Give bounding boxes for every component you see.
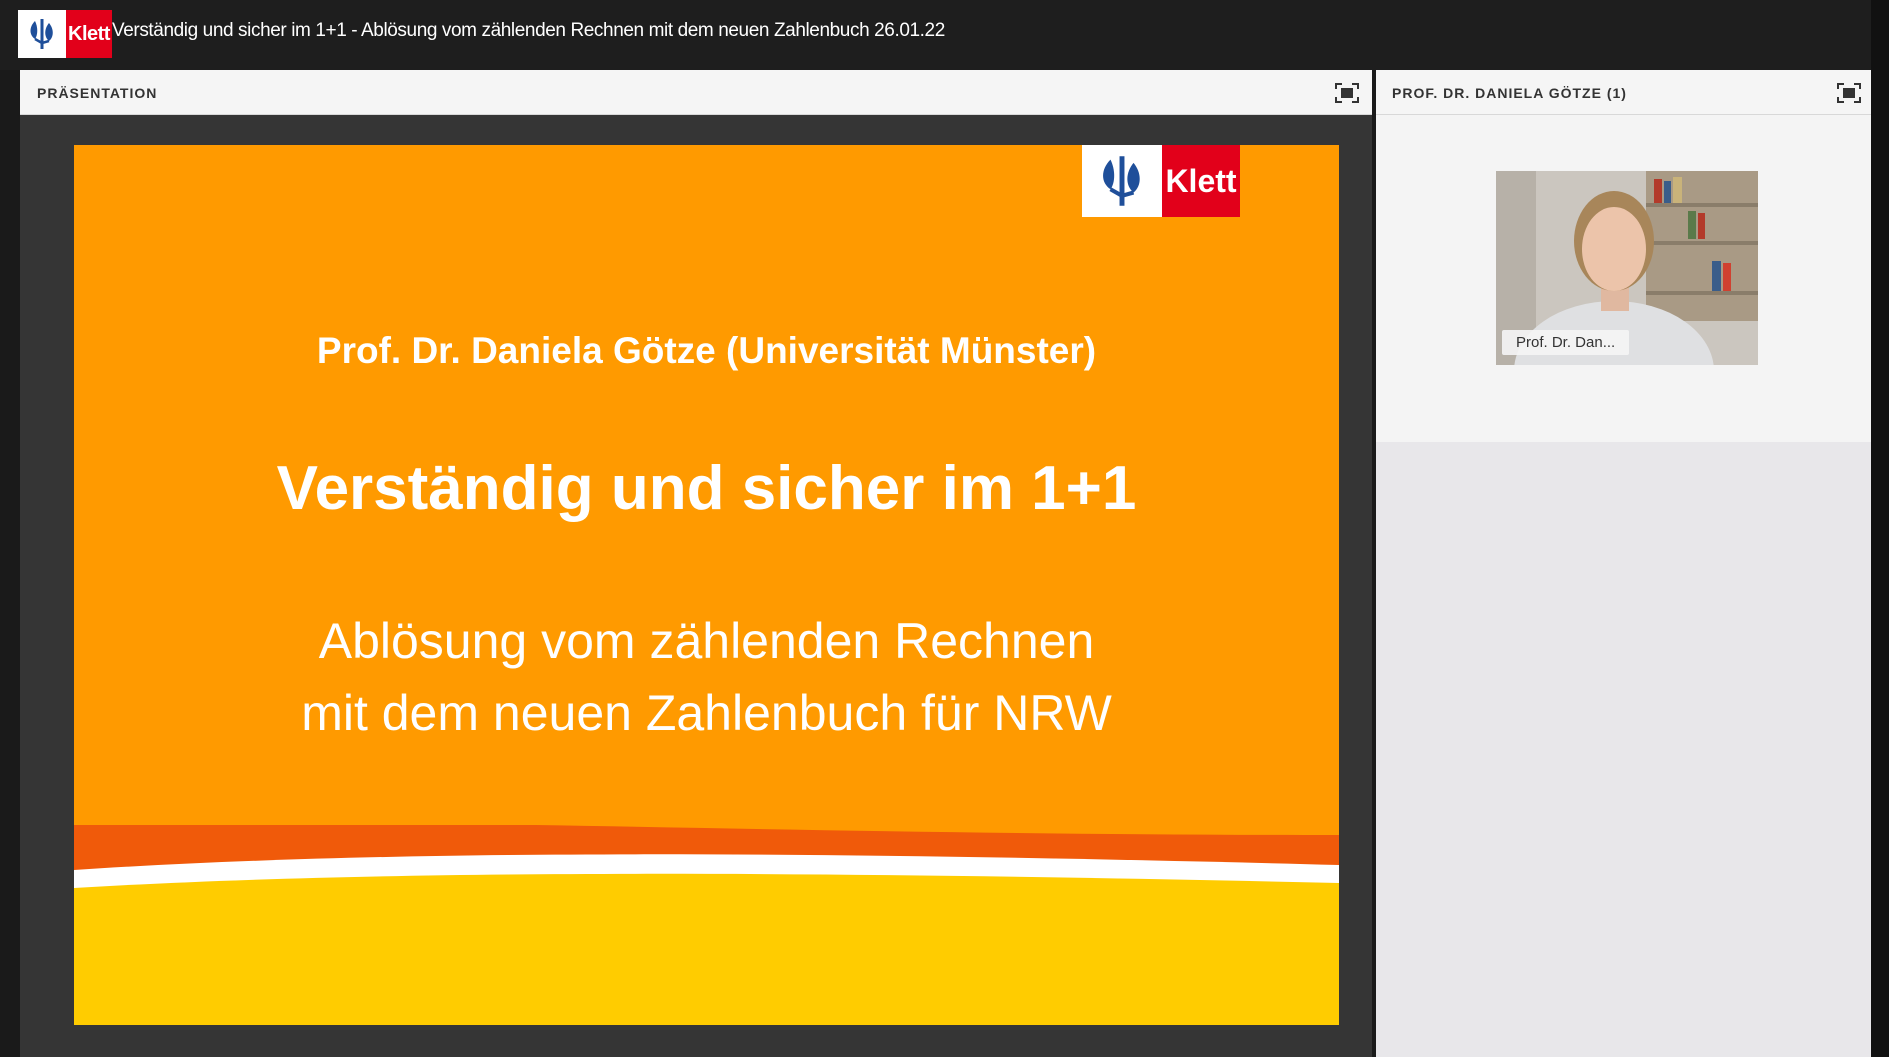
presentation-pod-header: PRÄSENTATION xyxy=(20,70,1372,115)
slide-subtitle-line-1: Ablösung vom zählenden Rechnen xyxy=(318,613,1095,669)
klett-leaf-icon xyxy=(18,10,66,58)
slide-author: Prof. Dr. Daniela Götze (Universität Mün… xyxy=(316,330,1097,371)
slide-logo-wordmark: Klett xyxy=(1162,145,1240,217)
participant-video[interactable]: Prof. Dr. Dan... xyxy=(1496,171,1758,365)
participant-name-tag: Prof. Dr. Dan... xyxy=(1502,330,1630,355)
app-logo: Klett xyxy=(18,10,112,58)
camera-fullscreen-button[interactable] xyxy=(1836,82,1862,104)
slide-wave-decoration xyxy=(74,825,1339,1025)
title-bar: Klett Verständig und sicher im 1+1 - Abl… xyxy=(0,0,1889,70)
presentation-pod-label: PRÄSENTATION xyxy=(37,85,158,101)
slide-subtitle: Ablösung vom zählenden Rechnen mit dem n… xyxy=(74,605,1339,749)
window-title: Verständig und sicher im 1+1 - Ablösung … xyxy=(112,20,945,41)
presentation-fullscreen-button[interactable] xyxy=(1334,82,1360,104)
slide: Klett Prof. Dr. Daniela Götze (Universit… xyxy=(74,145,1339,1025)
presentation-pod: PRÄSENTATION Klett Prof. Dr. Daniela Göt… xyxy=(20,70,1372,1057)
slide-logo: Klett xyxy=(1082,145,1240,217)
camera-pod-header: PROF. DR. DANIELA GÖTZE (1) xyxy=(1376,70,1871,115)
slide-subtitle-line-2: mit dem neuen Zahlenbuch für NRW xyxy=(301,685,1112,741)
camera-pod: PROF. DR. DANIELA GÖTZE (1) Prof. Dr. Da… xyxy=(1376,70,1871,1057)
fullscreen-icon xyxy=(1837,83,1861,103)
klett-leaf-icon xyxy=(1082,145,1162,217)
window-edge xyxy=(1871,0,1889,1057)
meeting-window: Klett Verständig und sicher im 1+1 - Abl… xyxy=(0,0,1889,1057)
camera-pod-label: PROF. DR. DANIELA GÖTZE (1) xyxy=(1392,85,1627,101)
slide-title: Verständig und sicher im 1+1 xyxy=(276,454,1137,523)
fullscreen-icon xyxy=(1335,83,1359,103)
app-logo-wordmark: Klett xyxy=(66,10,112,58)
